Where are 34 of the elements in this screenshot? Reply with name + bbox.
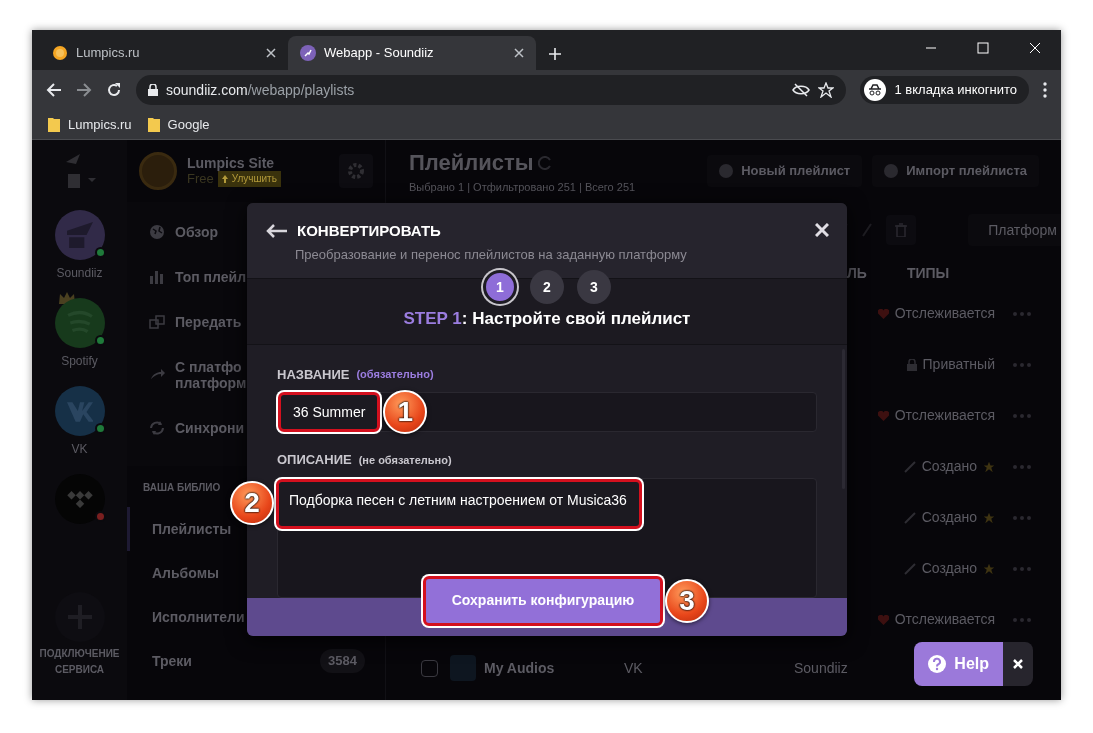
service-label: VK <box>71 441 88 458</box>
account-name: Lumpics Site <box>187 155 276 171</box>
field-label: НАЗВАНИЕ <box>277 365 350 384</box>
step-title: STEP 1: Настройте свой плейлист <box>403 307 691 330</box>
callout-number: 1 <box>383 390 428 435</box>
owner-cell-text: Soundiiz <box>794 658 848 678</box>
connect-service-label: ПОДКЛЮЧЕНИЕ СЕРВИСА <box>38 647 121 677</box>
field-hint: (не обязательно) <box>358 452 452 468</box>
service-label: Soundiiz <box>56 265 103 282</box>
count-badge: 3584 <box>320 649 365 673</box>
type-label: Отслеживается <box>894 406 995 425</box>
type-label: Отслеживается <box>894 304 995 323</box>
step-indicator: 2 <box>530 270 564 304</box>
type-label: Приватный <box>922 355 995 374</box>
field-hint: (обязательно) <box>356 367 434 383</box>
url-text: soundiiz.com/webapp/playlists <box>166 80 356 100</box>
column-header: ТИПЫ <box>906 263 950 283</box>
page-title: Плейлисты <box>409 149 534 178</box>
dialog-subtitle: Преобразование и перенос плейлистов на заданную платформу <box>294 245 688 264</box>
service-label: Spotify <box>61 353 98 370</box>
step-indicator: 3 <box>577 270 611 304</box>
callout-number: 2 <box>230 480 274 525</box>
dialog-title: КОНВЕРТИРОВАТЬ <box>297 221 441 241</box>
column-header: ЛЬ <box>847 263 867 283</box>
library-heading: ВАША БИБЛИО <box>142 481 221 495</box>
type-label: Создано <box>921 559 977 578</box>
page-subtitle: Выбрано 1 | Отфильтровано 251 | Всего 251 <box>409 180 636 196</box>
type-label: Создано <box>921 508 977 527</box>
step-indicator: 1 <box>483 270 517 304</box>
playlist-name: My Audios <box>484 658 556 678</box>
field-label: ОПИСАНИЕ <box>277 451 352 470</box>
type-label: Создано <box>921 457 977 476</box>
type-label: Отслеживается <box>894 610 995 629</box>
platform-cell-text: VK <box>624 658 644 678</box>
